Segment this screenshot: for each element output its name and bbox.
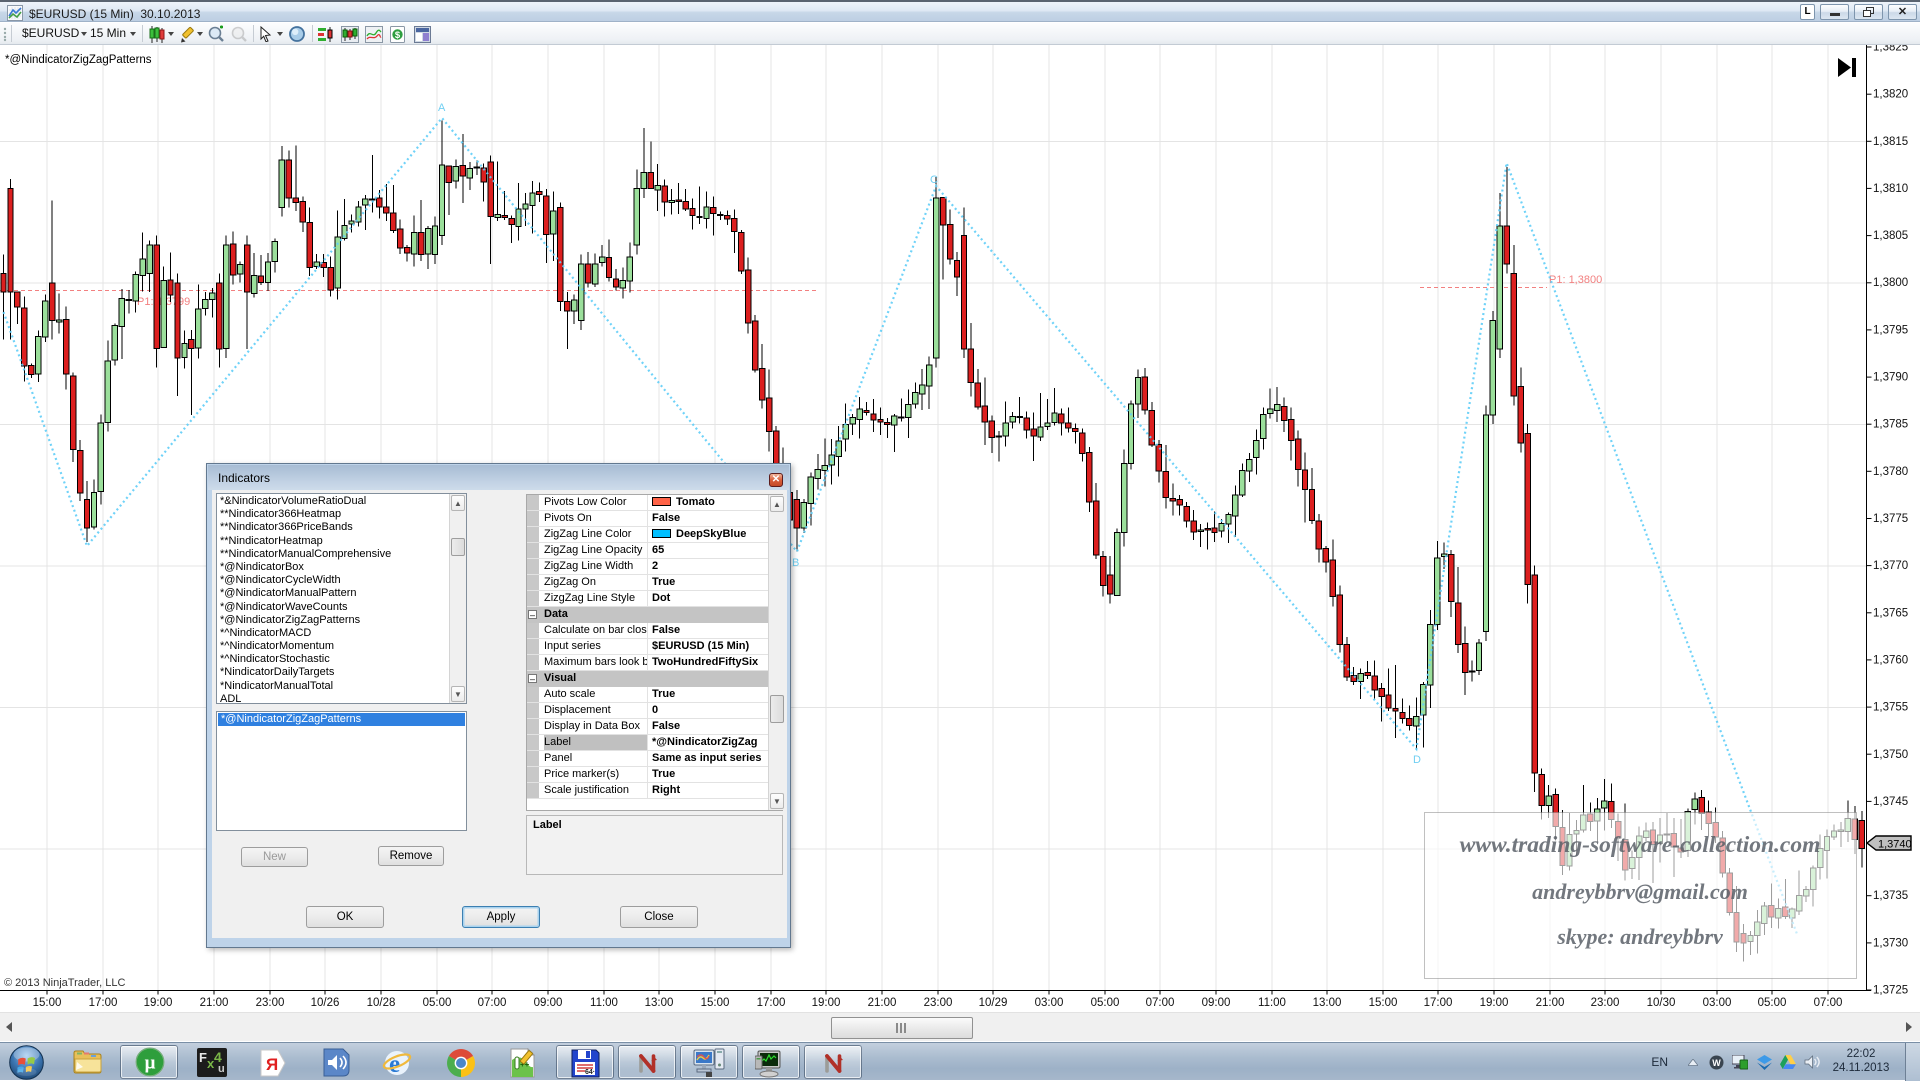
- svg-text:1,3790: 1,3790: [1873, 372, 1908, 384]
- svg-text:1,3825: 1,3825: [1873, 45, 1908, 54]
- svg-text:1,3765: 1,3765: [1873, 607, 1908, 619]
- svg-text:1,3725: 1,3725: [1873, 985, 1908, 997]
- svg-text:07:00: 07:00: [1146, 997, 1175, 1009]
- svg-text:© 2013 NinjaTrader, LLC: © 2013 NinjaTrader, LLC: [4, 977, 125, 989]
- svg-text:1,3760: 1,3760: [1873, 654, 1908, 666]
- svg-text:1,3770: 1,3770: [1873, 560, 1908, 572]
- svg-text:μ: μ: [145, 1053, 156, 1074]
- svg-text:1,3820: 1,3820: [1873, 89, 1908, 101]
- svg-text:1,3780: 1,3780: [1873, 466, 1908, 478]
- svg-text:1,3775: 1,3775: [1873, 513, 1908, 525]
- svg-text:1,3810: 1,3810: [1873, 183, 1908, 195]
- svg-text:1,3785: 1,3785: [1873, 419, 1908, 431]
- svg-text:P1: 1,3800: P1: 1,3800: [1549, 274, 1602, 286]
- svg-text:B: B: [792, 557, 799, 569]
- svg-text:07:00: 07:00: [1814, 997, 1843, 1009]
- svg-text:10/29: 10/29: [979, 997, 1008, 1009]
- svg-text:15:00: 15:00: [33, 997, 62, 1009]
- svg-text:19:00: 19:00: [812, 997, 841, 1009]
- svg-text:19:00: 19:00: [144, 997, 173, 1009]
- svg-text:15:00: 15:00: [1369, 997, 1398, 1009]
- svg-text:07:00: 07:00: [478, 997, 507, 1009]
- svg-text:1,3805: 1,3805: [1873, 230, 1908, 242]
- svg-text:F: F: [199, 1050, 207, 1065]
- svg-text:1,3730: 1,3730: [1873, 937, 1908, 949]
- svg-text:05:00: 05:00: [1758, 997, 1787, 1009]
- svg-text:03:00: 03:00: [1035, 997, 1064, 1009]
- svg-text:05:00: 05:00: [423, 997, 452, 1009]
- svg-text:13:00: 13:00: [645, 997, 674, 1009]
- svg-text:05:00: 05:00: [1091, 997, 1120, 1009]
- svg-text:1,3745: 1,3745: [1873, 796, 1908, 808]
- svg-text:$: $: [395, 30, 401, 41]
- svg-text:www.trading-software-collectio: www.trading-software-collection.com: [1460, 832, 1821, 858]
- svg-text:10/30: 10/30: [1647, 997, 1676, 1009]
- svg-text:1,3795: 1,3795: [1873, 324, 1908, 336]
- svg-text:10/26: 10/26: [311, 997, 340, 1009]
- svg-text:1,3735: 1,3735: [1873, 890, 1908, 902]
- svg-text:09:00: 09:00: [1202, 997, 1231, 1009]
- svg-text:u: u: [218, 1063, 225, 1075]
- svg-text:1,3815: 1,3815: [1873, 136, 1908, 148]
- svg-text:21:00: 21:00: [868, 997, 897, 1009]
- svg-text:A: A: [438, 102, 446, 114]
- svg-text:skype: andreybbrv: skype: andreybbrv: [1556, 924, 1723, 949]
- svg-text:10/28: 10/28: [367, 997, 396, 1009]
- svg-text:21:00: 21:00: [1536, 997, 1565, 1009]
- svg-text:C: C: [930, 174, 938, 186]
- svg-text:1,3800: 1,3800: [1873, 277, 1908, 289]
- svg-text:64·: 64·: [585, 1069, 595, 1076]
- svg-text:15:00: 15:00: [701, 997, 730, 1009]
- svg-text:1,3755: 1,3755: [1873, 702, 1908, 714]
- svg-text:W: W: [1712, 1058, 1721, 1068]
- svg-text:19:00: 19:00: [1480, 997, 1509, 1009]
- svg-text:1,3740: 1,3740: [1878, 839, 1912, 851]
- svg-text:Я: Я: [266, 1055, 278, 1074]
- svg-text:17:00: 17:00: [89, 997, 118, 1009]
- svg-text:*@NindicatorZigZagPatterns: *@NindicatorZigZagPatterns: [5, 54, 152, 66]
- svg-text:09:00: 09:00: [534, 997, 563, 1009]
- svg-text:17:00: 17:00: [757, 997, 786, 1009]
- svg-text:17:00: 17:00: [1424, 997, 1453, 1009]
- svg-text:03:00: 03:00: [1703, 997, 1732, 1009]
- svg-text:23:00: 23:00: [256, 997, 285, 1009]
- svg-text:11:00: 11:00: [590, 997, 618, 1009]
- svg-text:1,3750: 1,3750: [1873, 749, 1908, 761]
- svg-text:21:00: 21:00: [200, 997, 229, 1009]
- svg-text:23:00: 23:00: [924, 997, 953, 1009]
- svg-text:13:00: 13:00: [1313, 997, 1342, 1009]
- svg-text:andreybbrv@gmail.com: andreybbrv@gmail.com: [1532, 879, 1748, 904]
- svg-text:D: D: [1413, 754, 1421, 766]
- svg-text:11:00: 11:00: [1258, 997, 1286, 1009]
- svg-text:23:00: 23:00: [1591, 997, 1620, 1009]
